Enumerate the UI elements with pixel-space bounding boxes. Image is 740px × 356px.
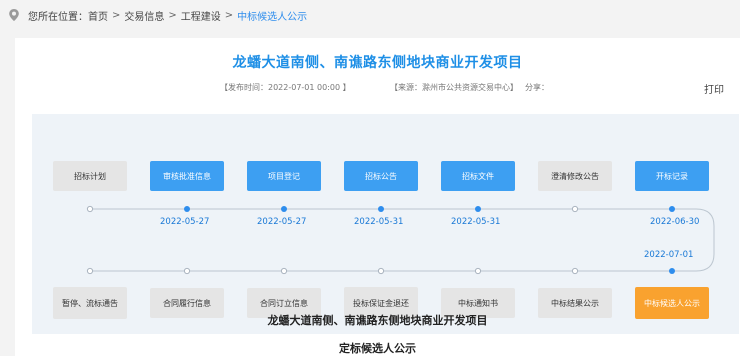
timeline-dot-candidate bbox=[669, 268, 675, 274]
step-bid-plan[interactable]: 招标计划 bbox=[53, 161, 127, 191]
timeline-dot-contract bbox=[280, 267, 288, 275]
timeline-dot-suspension bbox=[86, 267, 94, 275]
date-candidate: 2022-07-01 bbox=[644, 250, 694, 260]
content-panel: 龙蟠大道南侧、南谯路东侧地块商业开发项目 【发布时间：2022-07-01 00… bbox=[15, 38, 740, 356]
date-opening-record: 2022-06-30 bbox=[650, 217, 700, 227]
print-button[interactable]: 打印 bbox=[704, 81, 724, 96]
timeline-dot-document bbox=[475, 206, 481, 212]
document-subtitle: 定标候选人公示 bbox=[339, 342, 416, 355]
step-opening-record[interactable]: 开标记录 bbox=[635, 161, 709, 191]
step-approval-info[interactable]: 审核批准信息 bbox=[150, 161, 224, 191]
breadcrumb-separator: > bbox=[224, 9, 234, 21]
step-bid-notice[interactable]: 招标公告 bbox=[344, 161, 418, 191]
breadcrumb: 您所在位置： 首页 > 交易信息 > 工程建设 > 中标候选人公示 bbox=[0, 0, 740, 30]
timeline-dot-registration bbox=[281, 206, 287, 212]
process-flow: 招标计划 审核批准信息 项目登记 招标公告 招标文件 澄清修改公告 开标记录 2… bbox=[32, 114, 739, 334]
breadcrumb-home[interactable]: 首页 bbox=[88, 8, 108, 23]
date-registration: 2022-05-27 bbox=[257, 217, 307, 227]
document-title: 龙蟠大道南侧、南谯路东侧地块商业开发项目 bbox=[267, 314, 488, 327]
timeline-dot-deposit bbox=[377, 267, 385, 275]
breadcrumb-current[interactable]: 中标候选人公示 bbox=[237, 8, 307, 23]
timeline-dot-approval bbox=[184, 206, 190, 212]
timeline-dot-clarification bbox=[571, 205, 579, 213]
share-label: 分享： bbox=[525, 83, 549, 92]
date-bid-documents: 2022-05-31 bbox=[451, 217, 501, 227]
page-title: 龙蟠大道南侧、南谯路东侧地块商业开发项目 bbox=[232, 55, 523, 71]
publish-time: 【发布时间：2022-07-01 00:00 】 bbox=[220, 83, 351, 92]
timeline-dot-award-notice bbox=[474, 267, 482, 275]
step-bid-documents[interactable]: 招标文件 bbox=[441, 161, 515, 191]
breadcrumb-separator: > bbox=[168, 9, 177, 21]
breadcrumb-separator: > bbox=[112, 9, 121, 21]
step-project-registration[interactable]: 项目登记 bbox=[247, 161, 321, 191]
timeline-dot-plan bbox=[86, 205, 94, 213]
source: 【来源：滁州市公共资源交易中心】 bbox=[390, 83, 518, 92]
breadcrumb-prefix: 您所在位置： bbox=[28, 11, 88, 23]
step-clarification-notice[interactable]: 澄清修改公告 bbox=[538, 161, 612, 191]
timeline-dot-opening bbox=[669, 206, 675, 212]
date-bid-notice: 2022-05-31 bbox=[354, 217, 404, 227]
date-approval: 2022-05-27 bbox=[160, 217, 210, 227]
timeline-dot-notice bbox=[378, 206, 384, 212]
location-pin-icon bbox=[9, 9, 19, 21]
timeline-dot-award-result bbox=[571, 267, 579, 275]
timeline-dot-performance bbox=[183, 267, 191, 275]
breadcrumb-construction[interactable]: 工程建设 bbox=[181, 8, 221, 23]
breadcrumb-trade-info[interactable]: 交易信息 bbox=[124, 8, 164, 23]
